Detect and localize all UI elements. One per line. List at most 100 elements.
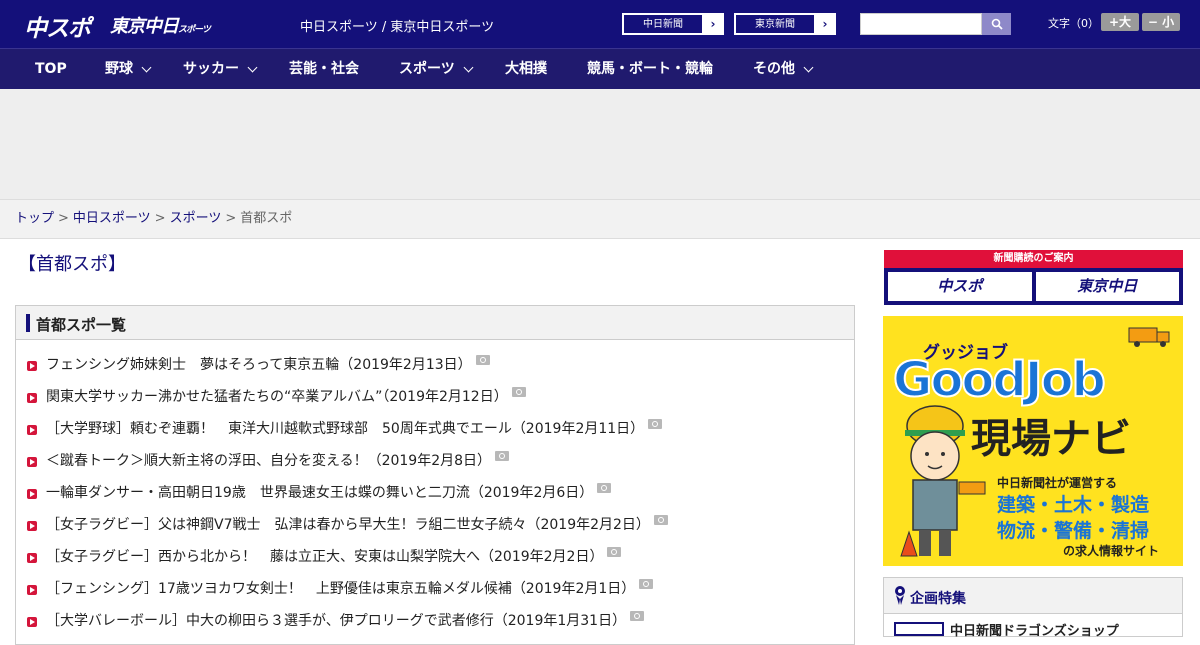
- chevron-down-icon: [463, 62, 474, 73]
- nav-item-soccer[interactable]: サッカー: [183, 49, 258, 90]
- site-title: 中日スポーツ / 東京中日スポーツ: [300, 20, 495, 35]
- nav-item-sports[interactable]: スポーツ: [399, 49, 474, 90]
- breadcrumb-separator: >: [58, 211, 69, 226]
- dragons-shop-thumbnail[interactable]: [894, 622, 944, 636]
- job-ad-line1: 中日新聞社が運営する: [997, 476, 1118, 490]
- ribbon-icon: [895, 586, 905, 605]
- breadcrumb: トップ > 中日スポーツ > スポーツ > 首都スポ: [0, 200, 1200, 239]
- article-title: 一輪車ダンサー・高田朝日19歳 世界最速女王は蝶の舞いと二刀流（2019年2月6…: [46, 485, 594, 501]
- article-title: ［女子ラグビー］西から北から！ 藤は立正大、安東は山梨学院大へ（2019年2月2…: [46, 549, 604, 565]
- tokyo-shimbun-button[interactable]: 東京新聞 ›: [734, 13, 836, 35]
- list-item[interactable]: ＜蹴春トーク＞順大新主将の浮田、自分を変える！（2019年2月8日）: [16, 450, 854, 482]
- article-title: 関東大学サッカー沸かせた猛者たちの“卒業アルバム”（2019年2月12日）: [46, 389, 508, 405]
- camera-icon: [639, 579, 654, 589]
- breadcrumb-separator: >: [225, 211, 237, 226]
- job-ad-line4: の求人情報サイト: [1063, 544, 1160, 558]
- chevron-right-icon: ›: [822, 17, 828, 31]
- article-title: ［フェンシング］17歳ツヨカワ女剣士！ 上野優佳は東京五輪メダル候補（2019年…: [46, 581, 636, 597]
- breadcrumb-separator: >: [154, 211, 166, 226]
- tokyo-shimbun-label: 東京新聞: [735, 14, 815, 34]
- bullet-arrow-icon: [27, 521, 37, 531]
- list-item[interactable]: ［大学バレーボール］中大の柳田ら３選手が、伊プロリーグで武者修行（2019年1月…: [16, 610, 854, 642]
- nav-label: TOP: [35, 61, 67, 77]
- ad-banner-area: [0, 89, 1200, 200]
- main-nav: TOP 野球 サッカー 芸能・社会 スポーツ 大相撲 競馬・ボート・競輪 その他: [0, 48, 1200, 89]
- feature-box: 企画特集 中日新聞ドラゴンズショップ: [883, 577, 1183, 639]
- truck-icon: [1128, 327, 1170, 347]
- subscription-banner[interactable]: 新聞購読のご案内 中スポ 東京中日: [884, 250, 1183, 305]
- list-item[interactable]: ［女子ラグビー］父は神鋼V7戦士 弘津は春から早大生！ラ組二世女子続々（2019…: [16, 514, 854, 546]
- breadcrumb-chunichi-sports[interactable]: 中日スポーツ: [73, 211, 151, 226]
- nav-item-baseball[interactable]: 野球: [105, 49, 152, 90]
- search-button[interactable]: [982, 13, 1011, 35]
- article-title: ＜蹴春トーク＞順大新主将の浮田、自分を変える！（2019年2月8日）: [46, 453, 492, 469]
- camera-icon: [630, 611, 645, 621]
- breadcrumb-top[interactable]: トップ: [15, 211, 54, 226]
- chunichi-shimbun-button[interactable]: 中日新聞 ›: [622, 13, 724, 35]
- subscription-heading: 新聞購読のご案内: [884, 250, 1183, 268]
- camera-icon: [495, 451, 510, 461]
- tokyo-chunichi-logo[interactable]: 東京中日スポーツ: [110, 12, 211, 38]
- bullet-arrow-icon: [27, 617, 37, 627]
- font-size-label: 文字（0）: [1048, 17, 1099, 30]
- list-item[interactable]: 関東大学サッカー沸かせた猛者たちの“卒業アルバム”（2019年2月12日）: [16, 386, 854, 418]
- article-title: ［大学バレーボール］中大の柳田ら３選手が、伊プロリーグで武者修行（2019年1月…: [46, 613, 627, 629]
- tokyo-chunichi-subscribe-logo[interactable]: 東京中日: [1035, 272, 1179, 301]
- nav-label: 芸能・社会: [289, 61, 359, 77]
- article-title: フェンシング姉妹剣士 夢はそろって東京五輪（2019年2月13日）: [46, 357, 472, 373]
- list-item[interactable]: ［大学野球］頼むぞ連覇！ 東洋大川越軟式野球部 50周年式典でエール（2019年…: [16, 418, 854, 450]
- nav-item-entertainment[interactable]: 芸能・社会: [289, 49, 359, 90]
- genba-navi-title: 現場ナビ: [971, 416, 1131, 462]
- font-smaller-button[interactable]: − 小: [1142, 13, 1180, 31]
- list-item[interactable]: ［女子ラグビー］西から北から！ 藤は立正大、安東は山梨学院大へ（2019年2月2…: [16, 546, 854, 578]
- chuspo-logo[interactable]: 中スポ: [24, 9, 91, 43]
- chevron-down-icon: [247, 62, 258, 73]
- camera-icon: [597, 483, 612, 493]
- breadcrumb-sports[interactable]: スポーツ: [170, 211, 222, 226]
- chevron-down-icon: [803, 62, 814, 73]
- nav-item-top[interactable]: TOP: [35, 49, 67, 90]
- nav-label: 大相撲: [505, 61, 547, 77]
- nav-item-other[interactable]: その他: [753, 49, 814, 90]
- goodjob-ad-banner[interactable]: グッジョブ GoodJob 現場ナビ 中日新聞社が運営する 建築・土木・製造 物…: [883, 316, 1183, 566]
- top-header: 中スポ 東京中日スポーツ 中日スポーツ / 東京中日スポーツ 中日新聞 › 東京…: [0, 0, 1200, 48]
- tokyo-logo-main: 東京中日: [110, 16, 179, 37]
- chevron-right-icon: ›: [710, 17, 716, 31]
- chuspo-subscribe-logo[interactable]: 中スポ: [888, 272, 1032, 301]
- nav-label: 野球: [105, 61, 133, 77]
- bullet-arrow-icon: [27, 489, 37, 499]
- search-input[interactable]: [860, 13, 982, 35]
- goodjob-brand: GoodJob: [892, 351, 1107, 409]
- chevron-down-icon: [141, 62, 152, 73]
- camera-icon: [648, 419, 663, 429]
- camera-icon: [475, 355, 490, 365]
- bullet-arrow-icon: [27, 393, 37, 403]
- font-bigger-button[interactable]: +大: [1101, 13, 1139, 31]
- feature-heading: 企画特集: [910, 591, 966, 607]
- job-ad-line3: 物流・警備・清掃: [997, 520, 1150, 542]
- camera-icon: [607, 547, 622, 557]
- feature-header: 企画特集: [884, 578, 1182, 614]
- nav-item-sumo[interactable]: 大相撲: [505, 49, 547, 90]
- article-list: フェンシング姉妹剣士 夢はそろって東京五輪（2019年2月13日） 関東大学サッ…: [16, 340, 854, 642]
- camera-icon: [511, 387, 526, 397]
- list-item[interactable]: フェンシング姉妹剣士 夢はそろって東京五輪（2019年2月13日）: [16, 354, 854, 386]
- list-header: 首都スポ一覧: [16, 306, 854, 340]
- nav-item-racing[interactable]: 競馬・ボート・競輪: [587, 49, 713, 90]
- search-icon: [991, 18, 1003, 30]
- bullet-arrow-icon: [27, 553, 37, 563]
- article-title: ［女子ラグビー］父は神鋼V7戦士 弘津は春から早大生！ラ組二世女子続々（2019…: [46, 517, 650, 533]
- job-ad-line2: 建築・土木・製造: [997, 494, 1150, 516]
- bullet-arrow-icon: [27, 585, 37, 595]
- list-item[interactable]: 一輪車ダンサー・高田朝日19歳 世界最速女王は蝶の舞いと二刀流（2019年2月6…: [16, 482, 854, 514]
- bullet-arrow-icon: [27, 361, 37, 371]
- heading-bar: [26, 314, 30, 332]
- article-title: ［大学野球］頼むぞ連覇！ 東洋大川越軟式野球部 50周年式典でエール（2019年…: [46, 421, 645, 437]
- camera-icon: [653, 515, 668, 525]
- bullet-arrow-icon: [27, 457, 37, 467]
- tokyo-logo-sub: スポーツ: [178, 25, 211, 35]
- list-item[interactable]: ［フェンシング］17歳ツヨカワ女剣士！ 上野優佳は東京五輪メダル候補（2019年…: [16, 578, 854, 610]
- bullet-arrow-icon: [27, 425, 37, 435]
- nav-label: 競馬・ボート・競輪: [587, 61, 713, 77]
- nav-label: スポーツ: [399, 61, 455, 77]
